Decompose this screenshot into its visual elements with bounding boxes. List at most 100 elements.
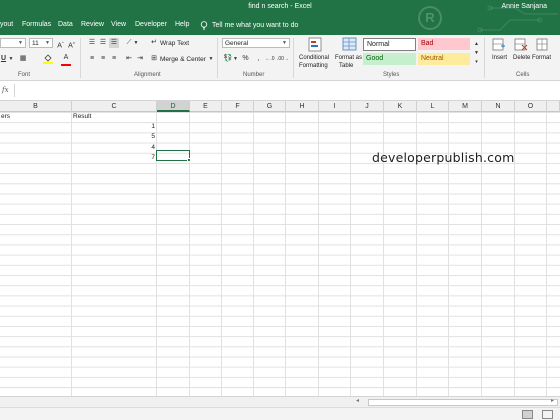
chevron-down-icon[interactable]: ▼ — [233, 54, 238, 64]
cell-c1[interactable]: Result — [73, 112, 91, 122]
tab-view[interactable]: View — [111, 21, 126, 28]
tab-review[interactable]: Review — [81, 21, 104, 28]
column-header-i[interactable]: I — [319, 101, 351, 112]
style-bad[interactable]: Bad — [418, 38, 470, 50]
accounting-format-icon[interactable]: 💱 — [223, 54, 233, 64]
column-header-l[interactable]: L — [417, 101, 449, 112]
horizontal-scrollbar[interactable]: ◂ ▸ — [0, 396, 560, 407]
cell-c5[interactable]: 7 — [120, 153, 155, 163]
active-cell-selection[interactable] — [156, 150, 190, 161]
font-color-icon[interactable]: A — [61, 53, 71, 66]
delete-button[interactable]: Delete — [513, 54, 530, 63]
column-header-k[interactable]: K — [384, 101, 417, 112]
styles-group-label: Styles — [383, 72, 400, 78]
comma-style-icon[interactable]: , — [254, 54, 263, 64]
function-icon[interactable]: fx — [2, 86, 9, 94]
ribbon: ▼ 11 ▼ A^ Av U ▼ ▦ A Font ☰ ☰ ☰ ⟋ ▼ ↵ Wra… — [0, 35, 560, 81]
underline-icon[interactable]: U — [0, 54, 7, 64]
scroll-left-icon[interactable]: ◂ — [356, 397, 359, 404]
alignment-group-label: Alignment — [134, 72, 161, 78]
formula-input[interactable] — [14, 84, 560, 97]
styles-more-icon[interactable]: ▾ — [473, 57, 480, 67]
gridline — [350, 112, 351, 396]
number-format-dropdown[interactable]: General ▼ — [222, 38, 290, 48]
align-left-icon[interactable]: ≡ — [87, 54, 97, 64]
style-normal[interactable]: Normal — [363, 38, 416, 51]
align-right-icon[interactable]: ≡ — [109, 54, 119, 64]
normal-view-icon[interactable] — [522, 410, 533, 419]
fill-handle[interactable] — [187, 158, 191, 162]
gridline — [285, 112, 286, 396]
increase-font-icon[interactable]: A^ — [56, 38, 65, 51]
number-group-label: Number — [243, 72, 265, 78]
align-bottom-icon[interactable]: ☰ — [109, 38, 119, 48]
formula-bar: fx — [0, 81, 560, 101]
column-header-p[interactable] — [547, 101, 560, 112]
insert-cells-icon — [492, 37, 506, 53]
increase-decimal-icon[interactable]: ←.0 — [264, 54, 276, 64]
tab-help[interactable]: Help — [175, 21, 189, 28]
chevron-down-icon[interactable]: ▼ — [208, 54, 214, 64]
scroll-right-icon[interactable]: ▸ — [551, 397, 554, 404]
format-button[interactable]: Format — [532, 54, 551, 63]
style-neutral[interactable]: Neutral — [418, 53, 470, 65]
column-header-n[interactable]: N — [482, 101, 515, 112]
borders-icon[interactable]: ▦ — [18, 54, 28, 64]
column-header-j[interactable]: J — [351, 101, 384, 112]
page-layout-view-icon[interactable] — [542, 410, 553, 419]
column-header-d[interactable]: D — [157, 101, 190, 112]
column-header-f[interactable]: F — [222, 101, 254, 112]
tell-me-search[interactable]: Tell me what you want to do — [200, 19, 298, 32]
column-header-b[interactable]: B — [0, 101, 72, 112]
align-center-icon[interactable]: ≡ — [98, 54, 108, 64]
decrease-decimal-icon[interactable]: .00→ — [277, 54, 289, 64]
chevron-down-icon: ▼ — [282, 40, 287, 46]
decrease-indent-icon[interactable]: ⇤ — [124, 54, 134, 64]
tell-me-text: Tell me what you want to do — [212, 22, 299, 29]
column-header-g[interactable]: G — [254, 101, 286, 112]
divider — [217, 38, 218, 78]
tab-page-layout[interactable]: yout — [0, 21, 13, 28]
gridline — [221, 112, 222, 396]
tab-data[interactable]: Data — [58, 21, 73, 28]
cell-b1[interactable]: ers — [1, 112, 10, 122]
lightbulb-icon — [200, 21, 208, 30]
tab-formulas[interactable]: Formulas — [22, 21, 51, 28]
format-as-table-label-2[interactable]: Table — [339, 62, 353, 71]
insert-button[interactable]: Insert — [492, 54, 507, 63]
cell-c4[interactable]: 4 — [120, 143, 155, 153]
align-top-icon[interactable]: ☰ — [87, 38, 97, 48]
conditional-formatting-label-2[interactable]: Formatting — [299, 62, 328, 71]
column-header-e[interactable]: E — [190, 101, 222, 112]
fill-color-icon[interactable] — [43, 53, 53, 68]
conditional-formatting-icon — [308, 37, 324, 53]
cells-group-label: Cells — [516, 72, 530, 78]
cell-c3[interactable]: 5 — [120, 132, 155, 142]
align-middle-icon[interactable]: ☰ — [98, 38, 108, 48]
logo-watermark: R — [418, 6, 442, 30]
chevron-down-icon[interactable]: ▼ — [133, 38, 139, 48]
decrease-font-icon[interactable]: Av — [67, 38, 76, 51]
scrollbar-thumb[interactable] — [368, 399, 558, 406]
delete-cells-icon — [514, 37, 528, 53]
font-name-dropdown[interactable]: ▼ — [0, 38, 26, 48]
merge-center-button[interactable]: Merge & Center — [160, 55, 206, 64]
percent-style-button[interactable]: % — [241, 54, 250, 64]
column-header-m[interactable]: M — [449, 101, 482, 112]
chevron-down-icon[interactable]: ▼ — [8, 54, 14, 64]
chevron-down-icon: ▼ — [45, 40, 50, 46]
divider — [484, 38, 485, 78]
increase-indent-icon[interactable]: ⇥ — [135, 54, 145, 64]
column-header-c[interactable]: C — [72, 101, 157, 112]
watermark-text: developerpublish.com — [372, 150, 515, 165]
font-group-label: Font — [18, 72, 31, 78]
cell-c2[interactable]: 1 — [120, 122, 155, 132]
format-cells-icon — [536, 37, 550, 53]
tab-developer[interactable]: Developer — [135, 21, 167, 28]
column-header-o[interactable]: O — [515, 101, 547, 112]
font-size-dropdown[interactable]: 11 ▼ — [29, 38, 53, 48]
style-good[interactable]: Good — [363, 53, 416, 65]
wrap-text-icon: ↵ — [151, 39, 157, 46]
wrap-text-button[interactable]: Wrap Text — [160, 39, 189, 48]
column-header-h[interactable]: H — [286, 101, 319, 112]
